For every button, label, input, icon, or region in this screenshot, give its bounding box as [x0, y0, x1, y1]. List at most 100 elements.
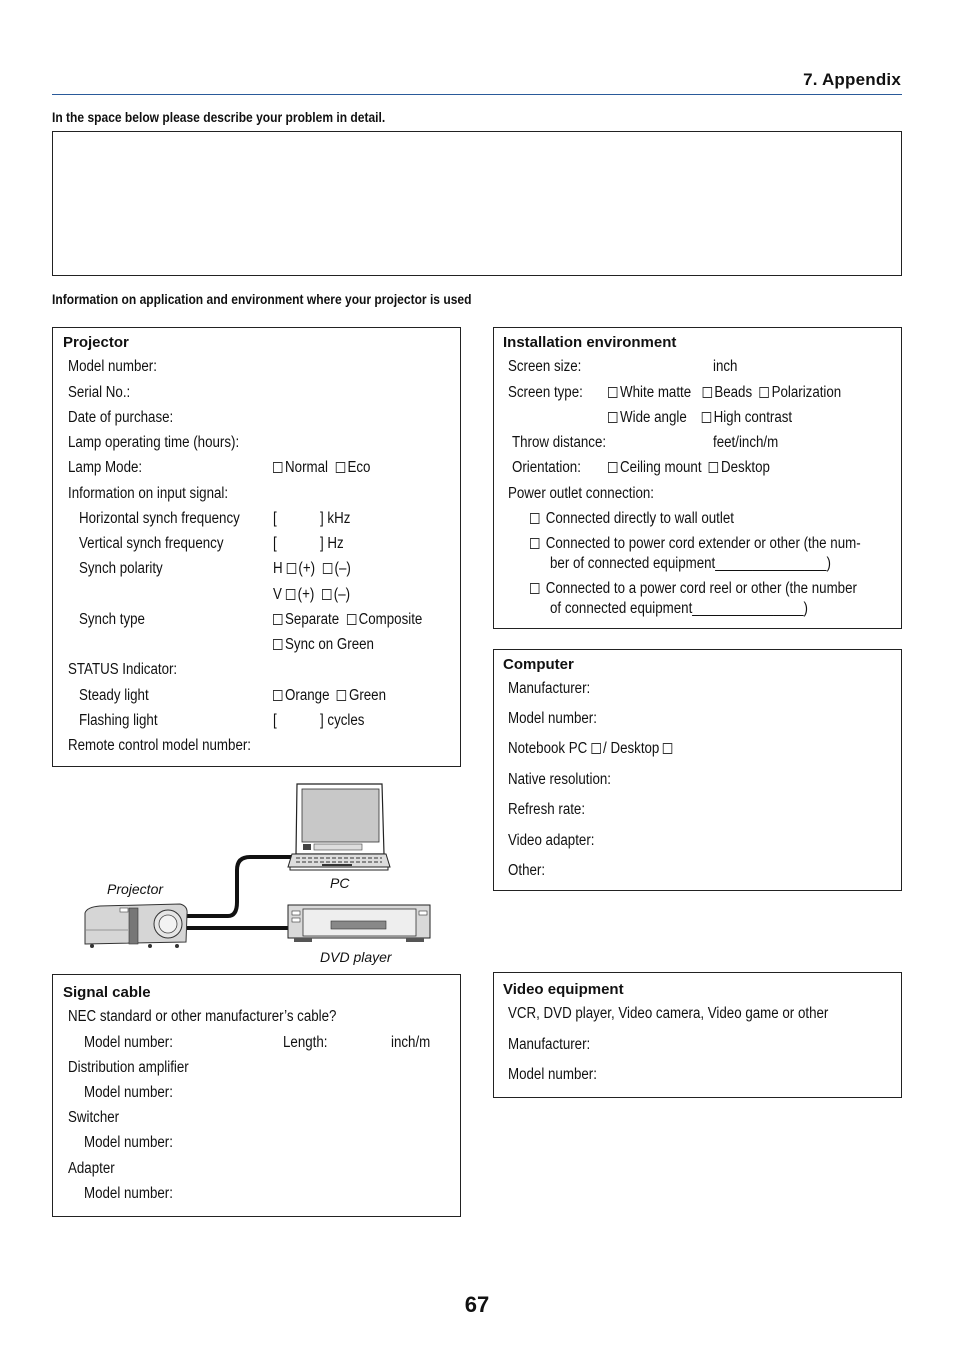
sync-on-green-option: Sync on Green — [273, 636, 374, 654]
cable-length-label: Length: — [283, 1034, 328, 1051]
separate-checkbox[interactable] — [273, 614, 283, 625]
adapter-label: Adapter — [68, 1160, 115, 1177]
header-rule — [52, 94, 902, 95]
power-outlet-label: Power outlet connection: — [508, 485, 654, 502]
amplifier-model-number: Model number: — [84, 1084, 173, 1101]
laptop-icon — [287, 783, 391, 871]
wide-angle-checkbox[interactable] — [608, 412, 618, 423]
distribution-amplifier-label: Distribution amplifier — [68, 1059, 189, 1076]
synch-polarity-h: H (+) (–) — [273, 560, 351, 578]
beads-checkbox[interactable] — [702, 387, 712, 398]
synch-type-options: Separate Composite — [273, 611, 422, 629]
h-plus-checkbox[interactable] — [286, 563, 296, 574]
projector-date-of-purchase: Date of purchase: — [68, 409, 174, 426]
cable-length-unit: inch/m — [391, 1034, 431, 1051]
h-freq-label: Horizontal synch frequency — [79, 510, 240, 527]
installation-title: Installation environment — [503, 334, 677, 351]
h-freq-unit: ] kHz — [320, 510, 351, 527]
synch-type-label: Synch type — [79, 611, 145, 628]
adapter-model-number: Model number: — [84, 1185, 173, 1202]
native-resolution-label: Native resolution: — [508, 771, 611, 788]
lamp-eco-checkbox[interactable] — [335, 462, 345, 473]
chapter-title: 7. Appendix — [803, 70, 901, 89]
v-minus-checkbox[interactable] — [321, 589, 332, 600]
problem-description-box[interactable] — [52, 131, 902, 276]
beads-label: Beads — [714, 384, 753, 401]
separate-label: Separate — [285, 611, 340, 628]
pc-cable — [187, 855, 292, 918]
reel-label-line2: of connected equipment_______________) — [550, 600, 808, 617]
screen-type-row1: White matte Beads Polarization — [608, 384, 841, 402]
steady-light-label: Steady light — [79, 687, 149, 704]
composite-checkbox[interactable] — [346, 614, 357, 625]
refresh-rate-label: Refresh rate: — [508, 801, 586, 818]
v-plus-label: (+) — [297, 586, 315, 603]
steady-light-options: Orange Green — [273, 687, 386, 705]
cable-model-number: Model number: — [84, 1034, 173, 1051]
ceiling-mount-label: Ceiling mount — [620, 459, 702, 476]
video-adapter-label: Video adapter: — [508, 832, 595, 849]
white-matte-checkbox[interactable] — [608, 387, 618, 398]
v-plus-checkbox[interactable] — [285, 589, 296, 600]
power-option-wall: Connected directly to wall outlet — [530, 510, 734, 528]
desktop-orientation-label: Desktop — [721, 459, 770, 476]
h-minus-label: (–) — [334, 560, 351, 577]
video-manufacturer-label: Manufacturer: — [508, 1036, 591, 1053]
signal-cable-title: Signal cable — [63, 984, 151, 1001]
sync-on-green-label: Sync on Green — [285, 636, 374, 653]
diagram-projector-label: Projector — [107, 881, 164, 897]
wall-outlet-label: Connected directly to wall outlet — [545, 510, 734, 527]
throw-distance-unit: feet/inch/m — [713, 434, 779, 451]
synch-polarity-v: V (+) (–) — [273, 586, 350, 604]
h-minus-checkbox[interactable] — [322, 563, 332, 574]
orange-label: Orange — [285, 687, 330, 704]
status-indicator-label: STATUS Indicator: — [68, 661, 178, 678]
desktop-checkbox[interactable] — [663, 743, 673, 754]
lamp-normal-label: Normal — [285, 459, 328, 476]
projector-title: Projector — [63, 334, 129, 351]
wide-angle-label: Wide angle — [620, 409, 687, 426]
sync-on-green-checkbox[interactable] — [273, 639, 283, 650]
extender-label-line2: ber of connected equipment______________… — [550, 555, 831, 572]
high-contrast-checkbox[interactable] — [701, 412, 712, 423]
lamp-eco-label: Eco — [347, 459, 371, 476]
lamp-normal-checkbox[interactable] — [273, 462, 283, 473]
h-freq-open: [ — [273, 510, 277, 527]
computer-title: Computer — [503, 656, 574, 673]
green-checkbox[interactable] — [336, 690, 347, 701]
projector-icon — [84, 903, 188, 948]
high-contrast-label: High contrast — [713, 409, 793, 426]
notebook-checkbox[interactable] — [591, 743, 601, 754]
screen-size-unit: inch — [713, 358, 738, 375]
screen-type-row2: Wide angle High contrast — [608, 409, 792, 427]
polarization-checkbox[interactable] — [759, 387, 769, 398]
diagram-pc-label: PC — [330, 875, 350, 891]
v-label: V — [273, 586, 282, 603]
reel-checkbox[interactable] — [530, 583, 540, 594]
flashing-open: [ — [273, 712, 277, 729]
desktop-orientation-checkbox[interactable] — [708, 462, 719, 473]
orientation-options: Ceiling mount Desktop — [608, 459, 770, 477]
video-equipment-types: VCR, DVD player, Video camera, Video gam… — [508, 1005, 829, 1022]
switcher-label: Switcher — [68, 1109, 120, 1126]
power-option-extender: Connected to power cord extender or othe… — [530, 535, 861, 553]
orientation-label: Orientation: — [512, 459, 581, 476]
computer-manufacturer: Manufacturer: — [508, 680, 591, 697]
notebook-label: Notebook PC — [508, 740, 588, 757]
projector-serial-no: Serial No.: — [68, 384, 131, 401]
projector-model-number: Model number: — [68, 358, 157, 375]
screen-size-label: Screen size: — [508, 358, 582, 375]
ceiling-mount-checkbox[interactable] — [608, 462, 618, 473]
projector-lamp-time: Lamp operating time (hours): — [68, 434, 240, 451]
orange-checkbox[interactable] — [273, 690, 283, 701]
video-model-number-label: Model number: — [508, 1066, 597, 1083]
dvd-player-icon — [287, 904, 431, 942]
remote-model-label: Remote control model number: — [68, 737, 252, 754]
wall-outlet-checkbox[interactable] — [530, 513, 540, 524]
throw-distance-label: Throw distance: — [512, 434, 607, 451]
screen-type-label: Screen type: — [508, 384, 583, 401]
reel-label-line1: Connected to a power cord reel or other … — [545, 580, 857, 597]
video-equipment-title: Video equipment — [503, 981, 624, 998]
extender-checkbox[interactable] — [530, 538, 540, 549]
connection-diagram — [84, 783, 431, 948]
